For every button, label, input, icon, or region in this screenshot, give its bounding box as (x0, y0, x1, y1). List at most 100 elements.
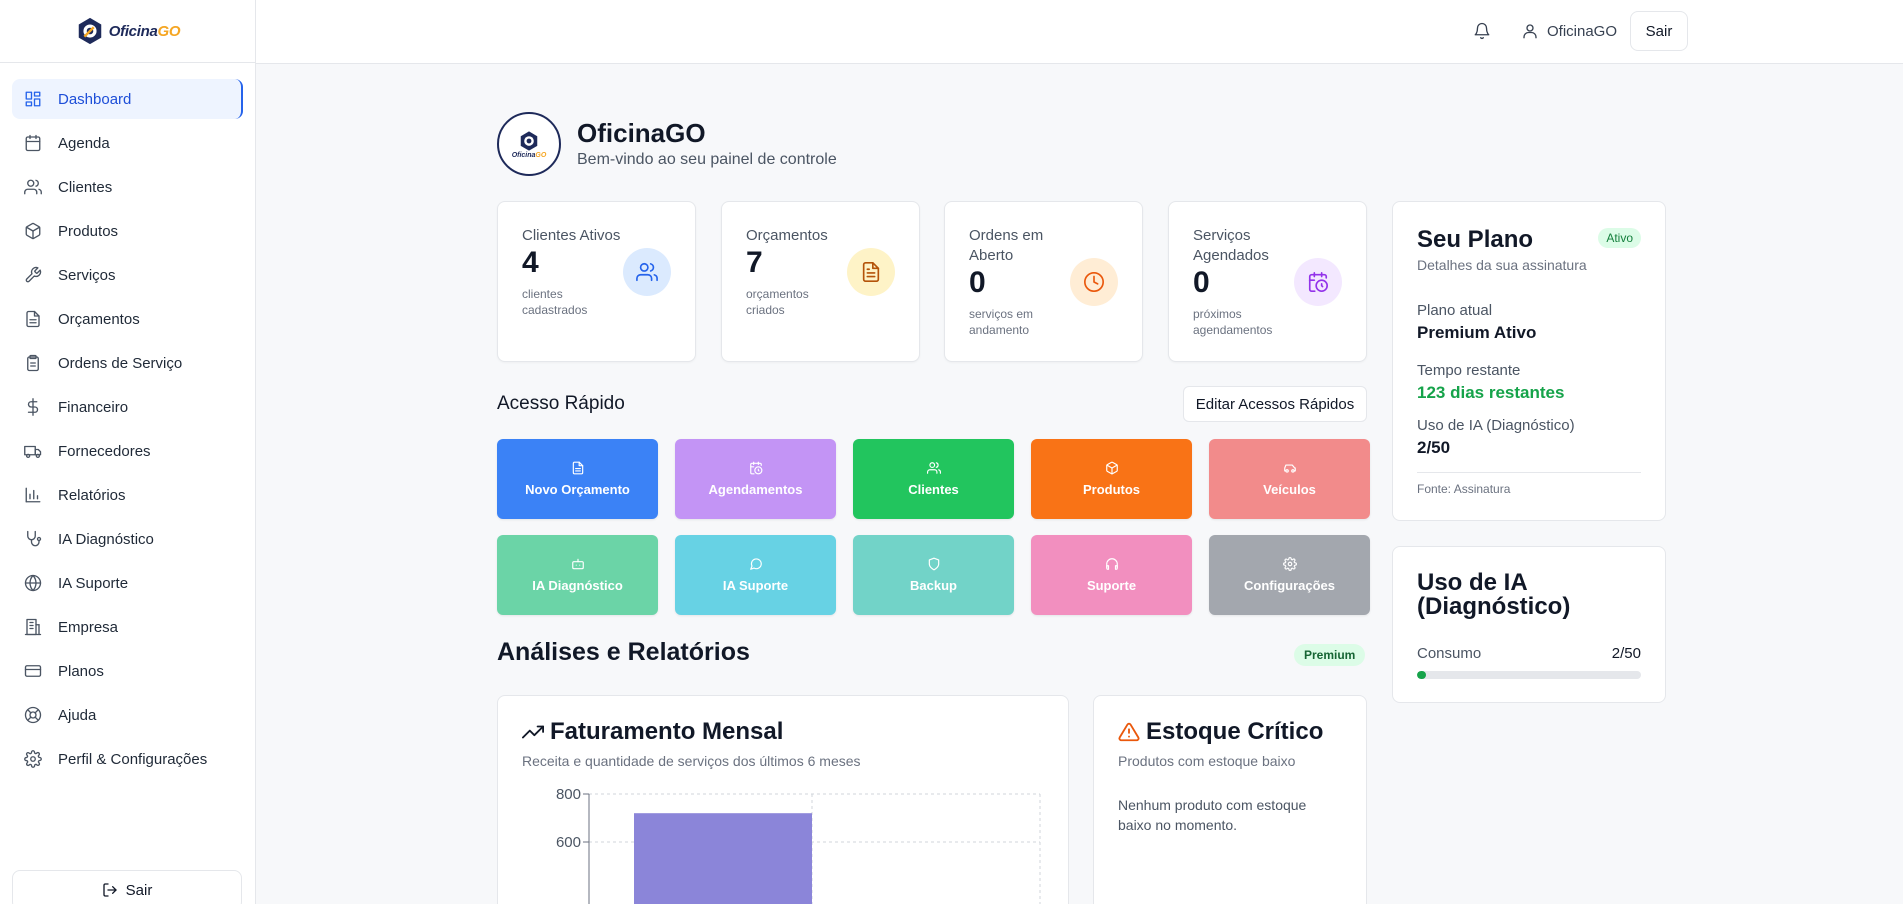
topbar-logout-button[interactable]: Sair (1630, 11, 1688, 51)
critical-stock-message: Nenhum produto com estoque baixo no mome… (1118, 797, 1307, 833)
ia-usage-value: 2/50 (1611, 645, 1641, 662)
premium-badge: Premium (1294, 644, 1366, 666)
quick-access-tile[interactable]: Produtos (1031, 439, 1192, 519)
sidebar-item-label: Financeiro (58, 398, 129, 416)
package-icon (25, 222, 41, 240)
bar-chart-icon (25, 487, 41, 503)
sidebar-item-fornecedores[interactable]: Fornecedores (12, 431, 243, 471)
sidebar-item-label: Produtos (58, 222, 119, 240)
plan-source: Fonte: Assinatura (1417, 482, 1511, 496)
stat-value: 7 (746, 246, 763, 279)
file-text-icon (847, 248, 895, 296)
sidebar-item-clientes[interactable]: Clientes (12, 167, 243, 207)
calendar-icon (25, 134, 41, 152)
users-icon (24, 179, 42, 195)
sidebar-item-label: IA Suporte (58, 574, 129, 592)
quick-access-tile[interactable]: Agendamentos (675, 439, 836, 519)
sidebar-item-servicos[interactable]: Serviços (12, 255, 243, 295)
sidebar-item-ordens-de-servico[interactable]: Ordens de Serviço (12, 343, 243, 383)
plan-current-value: Premium Ativo (1417, 323, 1537, 342)
sidebar: OficinaGO Dashboard Agenda Clientes Produto… (0, 0, 256, 904)
quick-access-tile[interactable]: Suporte (1031, 535, 1192, 615)
quick-access-tile[interactable]: IA Suporte (675, 535, 836, 615)
quick-access-tile[interactable]: IA Diagnóstico (497, 535, 658, 615)
stat-label: Serviços Agendados (1193, 227, 1269, 264)
sidebar-item-planos[interactable]: Planos (12, 651, 243, 691)
sidebar-item-label: Ajuda (58, 706, 97, 724)
sidebar-item-dashboard[interactable]: Dashboard (12, 79, 243, 119)
critical-stock-title: Estoque Crítico (1118, 718, 1323, 746)
file-text-icon (26, 310, 40, 328)
edit-quick-access-button[interactable]: Editar Acessos Rápidos (1183, 386, 1367, 422)
quick-access-tile-label: Produtos (1082, 482, 1141, 497)
gear-logo-icon (78, 17, 101, 45)
critical-stock-subtitle: Produtos com estoque baixo (1118, 753, 1296, 769)
sidebar-item-financeiro[interactable]: Financeiro (12, 387, 243, 427)
sidebar-item-agenda[interactable]: Agenda (12, 123, 243, 163)
sidebar-item-empresa[interactable]: Empresa (12, 607, 243, 647)
bot-icon (571, 558, 584, 570)
analyses-title: Análises e Relatórios (497, 638, 750, 666)
credit-card-icon (24, 665, 42, 677)
quick-access-tile-label: Agendamentos (708, 482, 803, 497)
quick-access-tile-label: Configurações (1243, 578, 1335, 593)
quick-access-tile-label: Suporte (1086, 578, 1137, 593)
stat-label: Clientes Ativos (522, 227, 621, 244)
stat-card-agendados[interactable]: Serviços Agendados 0 próximos agendament… (1168, 201, 1367, 362)
gear-logo-icon (520, 130, 538, 151)
quick-access-tile[interactable]: Veículos (1209, 439, 1370, 519)
quick-access-tile-label: IA Diagnóstico (532, 578, 623, 593)
quick-access-tile[interactable]: Clientes (853, 439, 1014, 519)
sidebar-item-ajuda[interactable]: Ajuda (12, 695, 243, 735)
user-icon[interactable] (1521, 22, 1539, 45)
sidebar-item-ia-diagnostico[interactable]: IA Diagnóstico (12, 519, 243, 559)
quick-access-tile[interactable]: Backup (853, 535, 1014, 615)
stat-card-clientes[interactable]: Clientes Ativos 4 clientes cadastrados (497, 201, 696, 362)
plan-title: Seu Plano (1417, 226, 1534, 253)
plan-description: Detalhes da sua assinatura (1417, 257, 1587, 273)
notifications-bell-icon[interactable] (1473, 22, 1491, 40)
brand-avatar: OficinaGO (497, 112, 561, 176)
sidebar-item-label: Perfil & Configurações (58, 750, 208, 768)
sidebar-item-orcamentos[interactable]: Orçamentos (12, 299, 243, 339)
shield-icon (928, 557, 939, 571)
wrench-icon (25, 266, 42, 283)
plan-ia-label: Uso de IA (Diagnóstico) (1417, 417, 1575, 434)
stat-card-orcamentos[interactable]: Orçamentos 7 orçamentos criados (721, 201, 920, 362)
sidebar-item-label: Fornecedores (58, 442, 151, 460)
stat-label: Orçamentos (746, 227, 828, 244)
page-title: OficinaGO (577, 118, 706, 148)
sidebar-logout-button[interactable]: Sair (12, 870, 242, 904)
sidebar-item-label: IA Diagnóstico (58, 530, 154, 548)
ia-usage-label: Consumo (1417, 645, 1482, 662)
stat-value: 0 (969, 266, 986, 299)
quick-access-tile[interactable]: Configurações (1209, 535, 1370, 615)
message-circle-icon (749, 558, 762, 570)
user-name[interactable]: OficinaGO (1547, 23, 1617, 40)
sidebar-item-produtos[interactable]: Produtos (12, 211, 243, 251)
sidebar-item-relatorios[interactable]: Relatórios (12, 475, 243, 515)
sidebar-item-perfil-configuracoes[interactable]: Perfil & Configurações (12, 739, 243, 779)
dollar-icon (27, 398, 39, 416)
sidebar-logo[interactable]: OficinaGO (0, 0, 255, 63)
settings-icon (1282, 557, 1297, 571)
quick-access-title: Acesso Rápido (497, 393, 625, 414)
sidebar-item-ia-suporte[interactable]: IA Suporte (12, 563, 243, 603)
bar (634, 813, 812, 904)
sidebar-item-label: Clientes (58, 178, 113, 196)
ia-usage-card: Uso de IA (Diagnóstico) Consumo 2/50 (1392, 546, 1666, 703)
clock-icon (1070, 258, 1118, 306)
stat-sub: serviços em andamento (969, 307, 1034, 337)
truck-icon (24, 445, 42, 459)
sidebar-nav: Dashboard Agenda Clientes Produtos Serviços O… (0, 63, 255, 779)
quick-access-tile[interactable]: Novo Orçamento (497, 439, 658, 519)
sidebar-item-label: Serviços (58, 266, 116, 284)
page-subtitle: Bem-vindo ao seu painel de controle (577, 151, 837, 168)
plan-status-badge: Ativo (1598, 228, 1641, 248)
stat-card-ordens[interactable]: Ordens em Aberto 0 serviços em andamento (944, 201, 1143, 362)
life-buoy-icon (24, 706, 42, 724)
package-icon (1105, 461, 1118, 475)
quick-access-tile-label: Clientes (908, 482, 959, 497)
settings-icon (24, 750, 42, 768)
alert-triangle-icon (1118, 722, 1140, 742)
